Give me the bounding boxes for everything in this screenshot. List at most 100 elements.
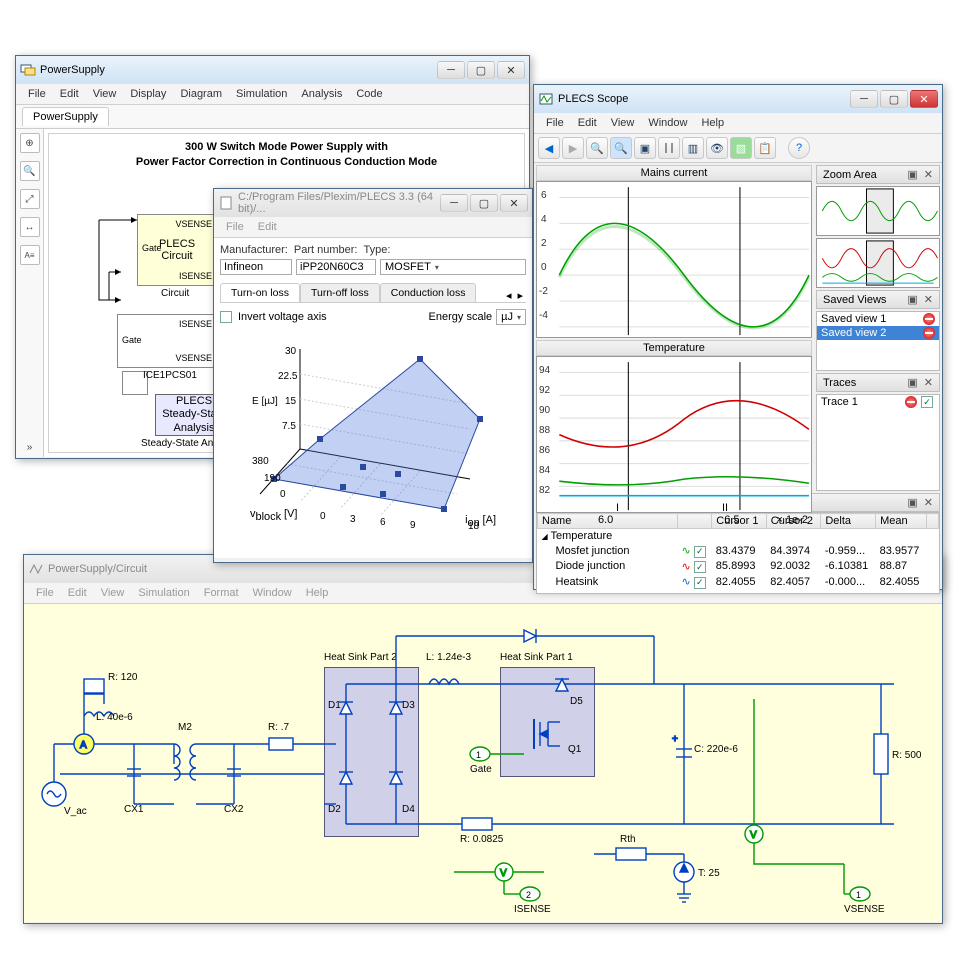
zoom-area-icon[interactable]: 🔍 [610, 137, 632, 159]
menu-code[interactable]: Code [350, 86, 388, 102]
help-icon[interactable]: ? [788, 137, 810, 159]
export-icon[interactable]: 📋 [754, 137, 776, 159]
collapse-icon[interactable]: ◢ [542, 532, 548, 541]
table-row[interactable]: Diode junction∿ ✓85.899392.0032-6.103818… [538, 559, 939, 575]
menu-edit[interactable]: Edit [252, 219, 283, 235]
col-mean[interactable]: Mean [876, 514, 927, 529]
menu-view[interactable]: View [95, 585, 131, 601]
close-icon[interactable]: ✕ [924, 168, 933, 181]
menu-analysis[interactable]: Analysis [295, 86, 348, 102]
tab-scroll-right-icon[interactable]: ▸ [514, 289, 526, 302]
undock-icon[interactable]: ▣ [907, 293, 917, 306]
col-c2[interactable]: Cursor 2 [766, 514, 821, 529]
zoom-preview1[interactable] [816, 186, 940, 236]
close-icon[interactable]: ✕ [924, 376, 933, 389]
col-delta[interactable]: Delta [821, 514, 876, 529]
cursor-icon[interactable] [658, 137, 680, 159]
col-c1[interactable]: Cursor 1 [712, 514, 767, 529]
minimize-button[interactable]: ─ [437, 61, 465, 79]
menu-view[interactable]: View [87, 86, 123, 102]
schematic-canvas[interactable]: Heat Sink Part 2 Heat Sink Part 1 A [24, 604, 942, 922]
table-row[interactable]: Heatsink∿ ✓82.405582.4057-0.000...82.405… [538, 574, 939, 590]
menu-file[interactable]: File [30, 585, 60, 601]
tab-turn-on[interactable]: Turn-on loss [220, 283, 300, 302]
menu-edit[interactable]: Edit [54, 86, 85, 102]
unit-combo[interactable]: µJ [496, 309, 526, 325]
type-combo[interactable]: MOSFET [380, 259, 526, 275]
delete-icon[interactable] [923, 313, 935, 325]
menu-simulation[interactable]: Simulation [230, 86, 293, 102]
tool-expand-panel-icon[interactable]: » [20, 437, 40, 457]
tab-scroll-left-icon[interactable]: ◂ [503, 289, 515, 302]
eye-icon[interactable]: 👁 [706, 137, 728, 159]
titlebar[interactable]: PowerSupply ─ ▢ ✕ [16, 56, 529, 84]
menu-diagram[interactable]: Diagram [174, 86, 228, 102]
close-button[interactable]: ✕ [500, 194, 528, 212]
menu-edit[interactable]: Edit [572, 115, 603, 131]
chart-temp[interactable]: 94 92 90 88 86 84 82 [536, 356, 812, 513]
nav-fwd-icon[interactable]: ▶ [562, 137, 584, 159]
block-circuit[interactable]: VSENSE Gate PLECS Circuit ISENSE [137, 214, 217, 286]
titlebar[interactable]: PLECS Scope ─ ▢ ✕ [534, 85, 942, 113]
zoom-preview2[interactable] [816, 238, 940, 288]
pane-traces[interactable]: Traces▣✕ [816, 373, 940, 392]
menu-file[interactable]: File [220, 219, 250, 235]
mfr-input[interactable] [220, 259, 292, 275]
surface-plot[interactable]: 3022.5157.5 E [µJ] 3801900 036918 vblock… [220, 329, 526, 529]
menu-help[interactable]: Help [695, 115, 730, 131]
close-button[interactable]: ✕ [497, 61, 525, 79]
trace-1[interactable]: Trace 1✓ [817, 395, 939, 409]
menu-file[interactable]: File [540, 115, 570, 131]
menu-edit[interactable]: Edit [62, 585, 93, 601]
fit-icon[interactable]: ▣ [634, 137, 656, 159]
menu-view[interactable]: View [605, 115, 641, 131]
tab-conduction[interactable]: Conduction loss [380, 283, 477, 302]
tab-turn-off[interactable]: Turn-off loss [300, 283, 380, 302]
maximize-button[interactable]: ▢ [470, 194, 498, 212]
zoom-icon[interactable]: 🔍 [586, 137, 608, 159]
invert-checkbox[interactable]: Invert voltage axis [220, 311, 327, 323]
table-row[interactable]: Mosfet junction∿ ✓83.437984.3974-0.959..… [538, 543, 939, 559]
part-input[interactable] [296, 259, 376, 275]
menu-format[interactable]: Format [198, 585, 245, 601]
menubar[interactable]: File Edit [214, 217, 532, 238]
nav-back-icon[interactable]: ◀ [538, 137, 560, 159]
menu-simulation[interactable]: Simulation [132, 585, 195, 601]
undock-icon[interactable]: ▣ [907, 376, 917, 389]
block-ice[interactable]: ISENSE Gate VSENSE [117, 314, 217, 368]
pane-zoom[interactable]: Zoom Area▣✕ [816, 165, 940, 184]
saved-view-1[interactable]: Saved view 1 [817, 312, 939, 326]
minimize-button[interactable]: ─ [440, 194, 468, 212]
menu-window[interactable]: Window [247, 585, 298, 601]
screenshot-icon[interactable]: ▧ [730, 137, 752, 159]
tool-zoom-icon[interactable]: 🔍 [20, 161, 40, 181]
delete-icon[interactable] [905, 396, 917, 408]
delete-icon[interactable] [923, 327, 935, 339]
menubar[interactable]: File Edit View Display Diagram Simulatio… [16, 84, 529, 105]
tool-annot-icon[interactable]: A≡ [20, 245, 40, 265]
close-icon[interactable]: ✕ [924, 496, 933, 509]
undock-icon[interactable]: ▣ [907, 168, 917, 181]
maximize-button[interactable]: ▢ [467, 61, 495, 79]
menu-window[interactable]: Window [642, 115, 693, 131]
table-group[interactable]: ◢ Temperature [538, 529, 939, 544]
saved-view-2[interactable]: Saved view 2 [817, 326, 939, 340]
chart-mains[interactable]: 6 4 2 0 -2 -4 [536, 181, 812, 338]
menu-display[interactable]: Display [124, 86, 172, 102]
maximize-button[interactable]: ▢ [880, 90, 908, 108]
trace-visible-checkbox[interactable]: ✓ [921, 396, 933, 408]
menu-file[interactable]: File [22, 86, 52, 102]
close-button[interactable]: ✕ [910, 90, 938, 108]
tool-fit-icon[interactable]: ⤢ [20, 189, 40, 209]
close-icon[interactable]: ✕ [924, 293, 933, 306]
minimize-button[interactable]: ─ [850, 90, 878, 108]
pane-saved[interactable]: Saved Views▣✕ [816, 290, 940, 309]
menu-help[interactable]: Help [300, 585, 335, 601]
save-view-icon[interactable]: ▥ [682, 137, 704, 159]
undock-icon[interactable]: ▣ [907, 496, 917, 509]
tool-nav-icon[interactable]: ⊕ [20, 133, 40, 153]
menubar[interactable]: File Edit View Window Help [534, 113, 942, 134]
tab-powersupply[interactable]: PowerSupply [22, 107, 109, 126]
titlebar[interactable]: C:/Program Files/Plexim/PLECS 3.3 (64 bi… [214, 189, 532, 217]
tool-expand-icon[interactable]: ↔ [20, 217, 40, 237]
